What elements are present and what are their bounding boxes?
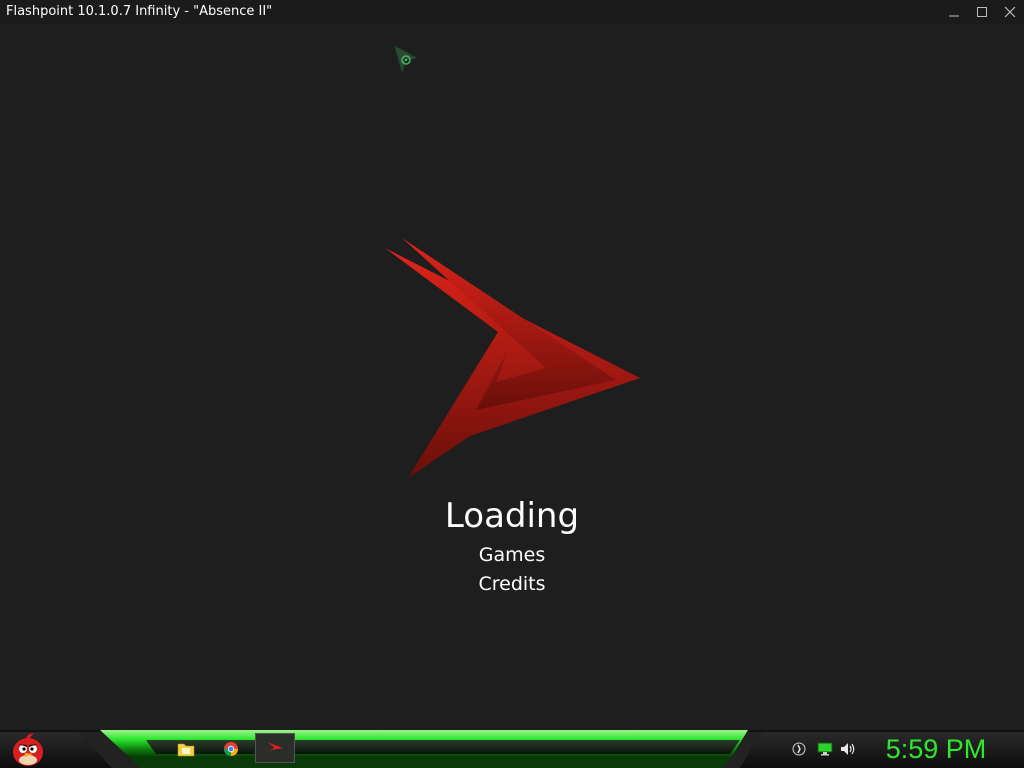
- tray-network-button[interactable]: [816, 740, 834, 758]
- tray-clock-app-button[interactable]: [790, 740, 808, 758]
- credits-link[interactable]: Credits: [0, 573, 1024, 595]
- minimize-icon: [949, 15, 959, 17]
- network-icon: [817, 742, 833, 756]
- taskbar-clock[interactable]: 5:59 PM: [880, 732, 992, 766]
- loading-title: Loading: [444, 496, 580, 536]
- clock-app-icon: [792, 742, 806, 756]
- close-button[interactable]: [996, 0, 1024, 24]
- loading-screen: Loading Games Credits: [0, 24, 1024, 730]
- chrome-button[interactable]: [211, 734, 251, 764]
- maximize-button[interactable]: [968, 0, 996, 24]
- tray-volume-button[interactable]: [840, 740, 858, 758]
- window-title: Flashpoint 10.1.0.7 Infinity - "Absence …: [6, 4, 273, 19]
- volume-icon: [841, 743, 855, 755]
- flashpoint-icon: [267, 742, 283, 754]
- taskbar: 5:59 PM: [0, 730, 1024, 768]
- mouse-pointer-icon: [393, 44, 420, 76]
- file-explorer-button[interactable]: [166, 734, 206, 764]
- angry-birds-start-icon: [13, 733, 43, 766]
- flashpoint-logo: [385, 238, 640, 478]
- games-link[interactable]: Games: [0, 544, 1024, 566]
- taskbar-background: [0, 730, 1024, 768]
- chrome-icon: [223, 742, 239, 757]
- minimize-button[interactable]: [940, 0, 968, 24]
- flashpoint-taskbar-button[interactable]: [255, 733, 295, 763]
- title-bar: Flashpoint 10.1.0.7 Infinity - "Absence …: [0, 0, 1024, 24]
- close-icon: [1004, 6, 1016, 18]
- start-button[interactable]: [8, 730, 48, 768]
- file-explorer-icon: [177, 743, 195, 757]
- maximize-icon: [977, 7, 987, 17]
